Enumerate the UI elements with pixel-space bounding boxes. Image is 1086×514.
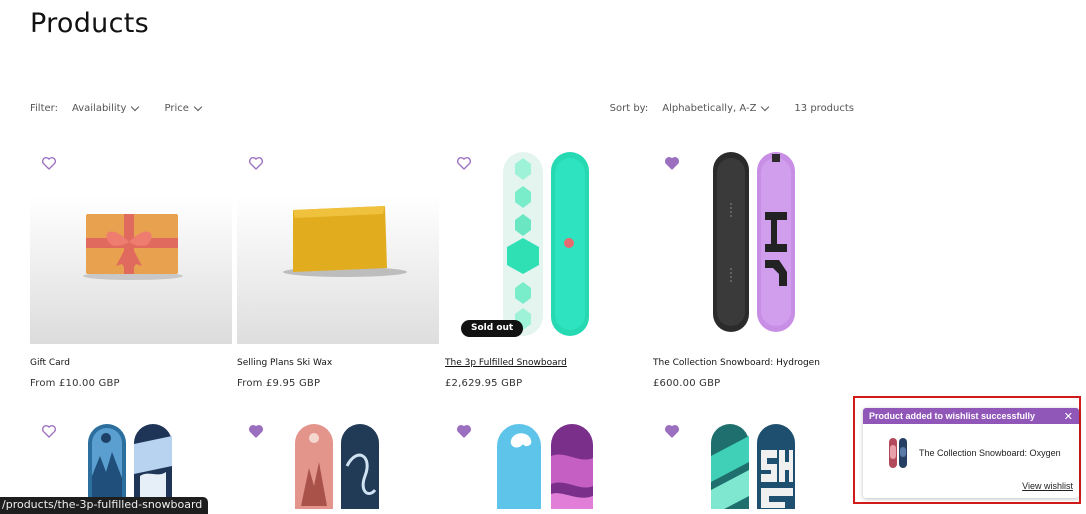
product-image[interactable] <box>30 148 232 344</box>
product-image[interactable]: Sold out <box>445 148 647 344</box>
status-bar-url: /products/the-3p-fulfilled-snowboard <box>0 497 209 514</box>
heart-outline-icon[interactable] <box>40 422 58 440</box>
product-count: 13 products <box>794 102 854 114</box>
product-image[interactable] <box>653 148 855 344</box>
toast-header: Product added to wishlist successfully ✕ <box>863 408 1079 424</box>
product-card-row2-4[interactable] <box>653 416 855 509</box>
toast-title: Product added to wishlist successfully <box>869 411 1036 421</box>
product-image[interactable] <box>237 148 439 344</box>
chevron-down-icon <box>193 102 203 111</box>
sort-value: Alphabetically, A-Z <box>662 102 757 114</box>
heart-filled-icon[interactable] <box>455 422 473 440</box>
product-image[interactable] <box>653 416 855 509</box>
page-title: Products <box>30 8 149 39</box>
product-card-ski-wax[interactable]: Selling Plans Ski Wax From £9.95 GBP <box>237 148 439 389</box>
product-card-row2-1[interactable] <box>30 416 232 509</box>
product-thumbnail <box>889 438 907 468</box>
chevron-down-icon <box>761 102 770 111</box>
product-price: £2,629.95 GBP <box>445 378 523 389</box>
product-price: From £9.95 GBP <box>237 378 321 389</box>
price-filter-label: Price <box>164 102 189 114</box>
view-wishlist-link[interactable]: View wishlist <box>1022 481 1073 491</box>
heart-outline-icon[interactable] <box>40 154 58 172</box>
close-icon[interactable]: ✕ <box>1064 410 1073 423</box>
product-price: £600.00 GBP <box>653 378 721 389</box>
product-name[interactable]: The 3p Fulfilled Snowboard <box>445 358 647 370</box>
wishlist-toast: Product added to wishlist successfully ✕… <box>863 408 1079 498</box>
product-card-row2-3[interactable] <box>445 416 647 509</box>
product-card-row2-2[interactable] <box>237 416 439 509</box>
product-image[interactable] <box>30 416 232 509</box>
product-card-hydrogen-snowboard[interactable]: The Collection Snowboard: Hydrogen £600.… <box>653 148 855 389</box>
availability-filter[interactable]: Availability <box>71 102 140 114</box>
heart-outline-icon[interactable] <box>455 154 473 172</box>
heart-filled-icon[interactable] <box>663 422 681 440</box>
product-name[interactable]: Selling Plans Ski Wax <box>237 358 439 370</box>
product-image[interactable] <box>445 416 647 509</box>
heart-outline-icon[interactable] <box>247 154 265 172</box>
heart-filled-icon[interactable] <box>247 422 265 440</box>
availability-filter-label: Availability <box>71 102 127 114</box>
toast-product-name: The Collection Snowboard: Oxygen <box>919 448 1061 458</box>
filter-bar: Filter: Availability Price Sort by: Alph… <box>30 101 860 115</box>
sort-label: Sort by: <box>609 102 649 114</box>
product-card-gift-card[interactable]: Gift Card From £10.00 GBP <box>30 148 232 389</box>
sold-out-badge: Sold out <box>461 320 524 337</box>
product-card-3p-fulfilled-snowboard[interactable]: Sold out The 3p Fulfilled Snowboard £2,6… <box>445 148 647 389</box>
product-price: From £10.00 GBP <box>30 378 120 389</box>
product-image[interactable] <box>237 416 439 509</box>
sort-select[interactable]: Alphabetically, A-Z <box>662 102 770 114</box>
heart-filled-icon[interactable] <box>663 154 681 172</box>
filter-label: Filter: <box>30 102 58 114</box>
chevron-down-icon <box>131 102 140 111</box>
product-name[interactable]: The Collection Snowboard: Hydrogen <box>653 358 855 370</box>
product-name[interactable]: Gift Card <box>30 358 232 370</box>
toast-body: The Collection Snowboard: Oxygen <box>863 424 1079 470</box>
price-filter[interactable]: Price <box>164 102 203 114</box>
